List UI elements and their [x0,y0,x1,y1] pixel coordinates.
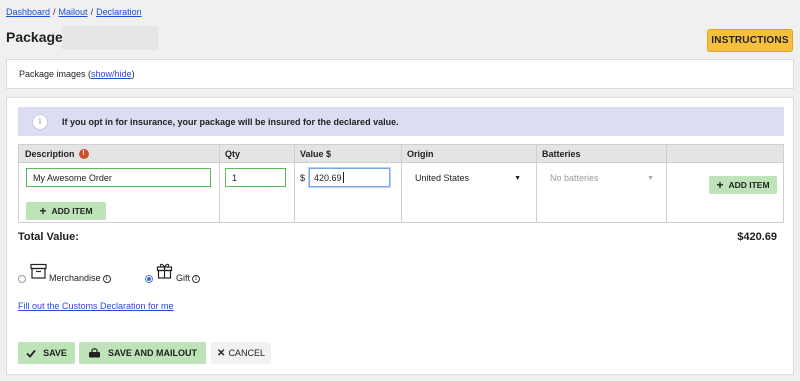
column-divider [536,145,537,222]
plus-icon: + [716,178,724,192]
qty-input[interactable]: 1 [225,168,286,187]
header-batteries: Batteries [536,145,666,163]
page-title: Package [6,29,63,45]
breadcrumb-dashboard[interactable]: Dashboard [6,7,50,17]
gift-radio[interactable] [145,275,153,283]
insurance-info-text: If you opt in for insurance, your packag… [62,116,399,127]
merchandise-label: Merchandise i [49,273,111,283]
header-actions [666,145,783,163]
plus-icon: + [39,204,47,218]
package-images-panel: Package images (show/hide) [6,59,794,89]
chevron-down-icon: ▼ [514,174,521,182]
total-value-label: Total Value: [18,231,79,243]
origin-select[interactable]: United States ▼ [407,167,529,189]
gift-icon [156,263,173,279]
instructions-button[interactable]: INSTRUCTIONS [707,29,793,52]
show-hide-link[interactable]: show/hide [91,69,132,79]
merchandise-radio[interactable] [18,275,26,283]
header-value: Value $ [294,145,401,163]
add-item-button[interactable]: + ADD ITEM [26,202,106,220]
save-and-mailout-button[interactable]: SAVE AND MAILOUT [79,342,206,364]
value-input[interactable]: 420.69 [309,168,390,187]
chevron-down-icon: ▼ [647,174,654,182]
warning-icon: ! [78,148,89,159]
column-divider [401,145,402,222]
gift-label: Gift i [176,273,201,283]
check-icon [26,349,36,358]
column-divider [219,145,220,222]
items-table: Description ! Qty Value $ Origin Batteri… [18,144,784,223]
insurance-info-bar: i If you opt in for insurance, your pack… [18,107,784,136]
column-divider [294,145,295,222]
breadcrumb-mailout[interactable]: Mailout [59,7,88,17]
customs-declaration-link[interactable]: Fill out the Customs Declaration for me [18,301,174,311]
info-icon: i [32,113,48,130]
column-divider [666,145,667,222]
breadcrumb-separator: / [90,7,94,17]
info-icon: i [102,274,111,283]
breadcrumb-separator: / [53,7,56,17]
info-icon: i [192,274,201,283]
breadcrumb: Dashboard / Mailout / Declaration [6,7,142,17]
add-item-row-button[interactable]: + ADD ITEM [709,176,777,194]
close-icon: ✕ [217,347,226,359]
redacted-package-id [62,26,158,50]
currency-symbol: $ [300,173,306,183]
header-qty: Qty [219,145,294,163]
batteries-select[interactable]: No batteries ▼ [542,167,662,189]
cancel-button[interactable]: ✕ CANCEL [211,342,271,364]
header-description: Description ! [19,145,219,163]
description-input[interactable]: My Awesome Order [26,168,211,187]
box-icon [30,263,47,279]
mailout-icon [89,348,100,358]
header-origin: Origin [401,145,536,163]
breadcrumb-declaration[interactable]: Declaration [96,7,142,17]
text-cursor [342,172,344,183]
declaration-panel: i If you opt in for insurance, your pack… [6,97,794,375]
package-images-label: Package images [19,69,86,79]
total-value-amount: $420.69 [737,231,777,243]
save-button[interactable]: SAVE [18,342,75,364]
